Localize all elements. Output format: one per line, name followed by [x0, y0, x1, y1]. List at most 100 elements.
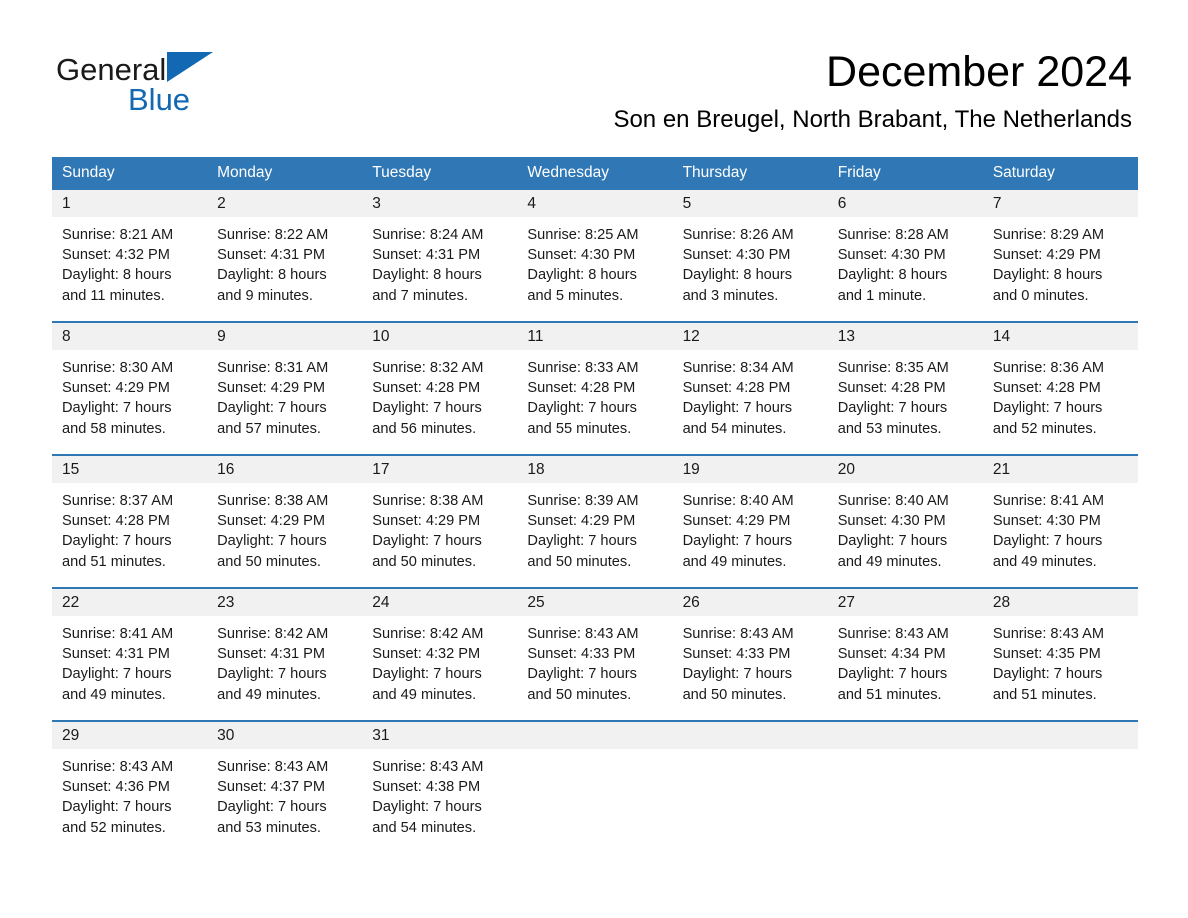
day-cell-21[interactable]: 21 Sunrise: 8:41 AM Sunset: 4:30 PM Dayligh…: [982, 456, 1138, 587]
day-detail-line: Sunset: 4:28 PM: [527, 380, 636, 397]
day-number: 21: [982, 456, 1138, 483]
title-block: December 2024 Son en Breugel, North Brab…: [613, 46, 1132, 134]
day-cell-5[interactable]: 5 Sunrise: 8:26 AM Sunset: 4:30 PM Daylight…: [672, 190, 828, 321]
day-detail-line: Sunrise: 8:24 AM: [372, 227, 484, 243]
day-cell-23[interactable]: 23 Sunrise: 8:42 AM Sunset: 4:31 PM Dayligh…: [207, 589, 363, 720]
day-detail-line: Sunset: 4:30 PM: [992, 513, 1101, 530]
day-details: Sunrise: 8:24 AM Sunset: 4:31 PM Daylight:…: [362, 217, 517, 306]
day-cell-13[interactable]: 13 Sunrise: 8:35 AM Sunset: 4:28 PM Dayligh…: [827, 323, 983, 454]
day-details: Sunrise: 8:42 AM Sunset: 4:31 PM Daylight:…: [207, 616, 362, 705]
day-detail-line: Daylight: 8 hours: [992, 267, 1103, 284]
day-detail-line: Daylight: 7 hours: [62, 400, 172, 417]
day-number: 15: [52, 456, 208, 483]
day-cell-9[interactable]: 9 Sunrise: 8:31 AM Sunset: 4:29 PM Daylight…: [207, 323, 363, 454]
day-cell-17[interactable]: 17 Sunrise: 8:38 AM Sunset: 4:29 PM Dayligh…: [362, 456, 518, 587]
day-cell-12[interactable]: 12 Sunrise: 8:34 AM Sunset: 4:28 PM Dayligh…: [672, 323, 828, 454]
day-number: 12: [672, 323, 828, 350]
weekday-header-thursday: Thursday: [682, 164, 748, 181]
day-detail-line: Daylight: 7 hours: [217, 799, 327, 816]
day-detail-line: and 50 minutes.: [372, 553, 477, 570]
day-number: 18: [517, 456, 673, 483]
day-detail-line: Daylight: 7 hours: [217, 666, 327, 683]
day-detail-line: Sunrise: 8:40 AM: [837, 493, 949, 509]
day-detail-line: and 53 minutes.: [837, 420, 942, 437]
day-detail-line: Sunset: 4:32 PM: [62, 247, 170, 264]
day-detail-line: Sunrise: 8:39 AM: [527, 493, 639, 509]
calendar-page: General Blue December 2024 Son en Breuge…: [0, 0, 1188, 918]
day-cell-11[interactable]: 11 Sunrise: 8:33 AM Sunset: 4:28 PM Dayligh…: [517, 323, 673, 454]
weekday-header-saturday: Saturday: [992, 164, 1055, 181]
day-detail-line: Sunrise: 8:41 AM: [62, 626, 174, 642]
day-number: 1: [52, 190, 208, 217]
day-cell-6[interactable]: 6 Sunrise: 8:28 AM Sunset: 4:30 PM Daylight…: [827, 190, 983, 321]
day-detail-line: Sunset: 4:28 PM: [372, 380, 481, 397]
day-details: Sunrise: 8:30 AM Sunset: 4:29 PM Daylight:…: [52, 350, 207, 439]
day-cell-29[interactable]: 29 Sunrise: 8:43 AM Sunset: 4:36 PM Dayligh…: [52, 722, 208, 853]
day-number: 10: [362, 323, 518, 350]
day-cell-8[interactable]: 8 Sunrise: 8:30 AM Sunset: 4:29 PM Daylight…: [52, 323, 208, 454]
day-cell-10[interactable]: 10 Sunrise: 8:32 AM Sunset: 4:28 PM Dayligh…: [362, 323, 518, 454]
day-cell-1[interactable]: 1 Sunrise: 8:21 AM Sunset: 4:32 PM Daylight…: [52, 190, 208, 321]
calendar-week-row: 15 Sunrise: 8:37 AM Sunset: 4:28 PM Dayligh…: [52, 454, 1138, 587]
day-cell-25[interactable]: 25 Sunrise: 8:43 AM Sunset: 4:33 PM Dayligh…: [517, 589, 673, 720]
day-details: Sunrise: 8:32 AM Sunset: 4:28 PM Daylight:…: [362, 350, 517, 439]
day-detail-line: and 0 minutes.: [992, 287, 1089, 304]
day-cell-18[interactable]: 18 Sunrise: 8:39 AM Sunset: 4:29 PM Dayligh…: [517, 456, 673, 587]
day-details: Sunrise: 8:37 AM Sunset: 4:28 PM Daylight:…: [52, 483, 207, 572]
day-number: 27: [827, 589, 983, 616]
day-detail-line: Daylight: 8 hours: [62, 267, 172, 284]
day-cell-19[interactable]: 19 Sunrise: 8:40 AM Sunset: 4:29 PM Dayligh…: [672, 456, 828, 587]
day-cell-15[interactable]: 15 Sunrise: 8:37 AM Sunset: 4:28 PM Dayligh…: [52, 456, 208, 587]
day-number: 26: [672, 589, 828, 616]
day-detail-line: and 50 minutes.: [217, 553, 321, 570]
day-detail-line: and 52 minutes.: [62, 819, 166, 836]
day-details: Sunrise: 8:39 AM Sunset: 4:29 PM Daylight:…: [517, 483, 672, 572]
day-number: 6: [827, 190, 983, 217]
day-number: 2: [207, 190, 363, 217]
day-detail-line: Daylight: 7 hours: [372, 799, 482, 816]
day-cell-26[interactable]: 26 Sunrise: 8:43 AM Sunset: 4:33 PM Dayligh…: [672, 589, 828, 720]
weekday-header-row: Sunday Monday Tuesday Wednesday Thursday Frid…: [52, 157, 1138, 188]
day-number: 20: [827, 456, 983, 483]
day-detail-line: Sunrise: 8:32 AM: [372, 360, 484, 376]
day-details: Sunrise: 8:43 AM Sunset: 4:33 PM Daylight:…: [517, 616, 672, 705]
day-number: 24: [362, 589, 518, 616]
day-cell-20[interactable]: 20 Sunrise: 8:40 AM Sunset: 4:30 PM Dayligh…: [827, 456, 983, 587]
day-number: 23: [207, 589, 363, 616]
day-cell-16[interactable]: 16 Sunrise: 8:38 AM Sunset: 4:29 PM Dayligh…: [207, 456, 363, 587]
day-details: Sunrise: 8:40 AM Sunset: 4:29 PM Daylight:…: [673, 483, 828, 572]
day-cell-4[interactable]: 4 Sunrise: 8:25 AM Sunset: 4:30 PM Daylight…: [517, 190, 673, 321]
day-detail-line: Sunset: 4:35 PM: [992, 646, 1101, 663]
day-detail-line: Daylight: 7 hours: [992, 666, 1103, 683]
day-number: [982, 722, 1138, 749]
day-cell-27[interactable]: 27 Sunrise: 8:43 AM Sunset: 4:34 PM Dayligh…: [827, 589, 983, 720]
day-detail-line: Daylight: 7 hours: [992, 400, 1103, 417]
day-details: [983, 749, 1138, 757]
day-detail-line: Sunrise: 8:42 AM: [217, 626, 329, 642]
day-detail-line: Sunset: 4:31 PM: [372, 247, 481, 264]
day-cell-24[interactable]: 24 Sunrise: 8:42 AM Sunset: 4:32 PM Dayligh…: [362, 589, 518, 720]
day-detail-line: Daylight: 7 hours: [62, 666, 172, 683]
day-cell-14[interactable]: 14 Sunrise: 8:36 AM Sunset: 4:28 PM Dayligh…: [982, 323, 1138, 454]
day-detail-line: Sunrise: 8:41 AM: [992, 493, 1104, 509]
logo-bottom-row: Blue: [128, 83, 316, 117]
day-number: 29: [52, 722, 208, 749]
day-cell-2[interactable]: 2 Sunrise: 8:22 AM Sunset: 4:31 PM Daylight…: [207, 190, 363, 321]
day-cell-7[interactable]: 7 Sunrise: 8:29 AM Sunset: 4:29 PM Daylight…: [982, 190, 1138, 321]
day-detail-line: and 9 minutes.: [217, 287, 313, 304]
day-cell-empty: [517, 722, 673, 853]
generalblue-logo[interactable]: General Blue: [56, 52, 316, 118]
day-detail-line: Sunrise: 8:38 AM: [372, 493, 484, 509]
day-detail-line: and 49 minutes.: [837, 553, 942, 570]
day-detail-line: Sunrise: 8:31 AM: [217, 360, 329, 376]
day-detail-line: Sunrise: 8:38 AM: [217, 493, 329, 509]
day-details: Sunrise: 8:29 AM Sunset: 4:29 PM Daylight:…: [983, 217, 1138, 306]
weekday-header-wednesday: Wednesday: [527, 164, 609, 181]
day-detail-line: Sunrise: 8:43 AM: [372, 759, 484, 775]
day-cell-28[interactable]: 28 Sunrise: 8:43 AM Sunset: 4:35 PM Dayligh…: [982, 589, 1138, 720]
day-cell-22[interactable]: 22 Sunrise: 8:41 AM Sunset: 4:31 PM Dayligh…: [52, 589, 208, 720]
day-cell-30[interactable]: 30 Sunrise: 8:43 AM Sunset: 4:37 PM Dayligh…: [207, 722, 363, 853]
day-cell-31[interactable]: 31 Sunrise: 8:43 AM Sunset: 4:38 PM Dayligh…: [362, 722, 518, 853]
day-cell-3[interactable]: 3 Sunrise: 8:24 AM Sunset: 4:31 PM Daylight…: [362, 190, 518, 321]
day-details: Sunrise: 8:43 AM Sunset: 4:37 PM Daylight:…: [207, 749, 362, 838]
